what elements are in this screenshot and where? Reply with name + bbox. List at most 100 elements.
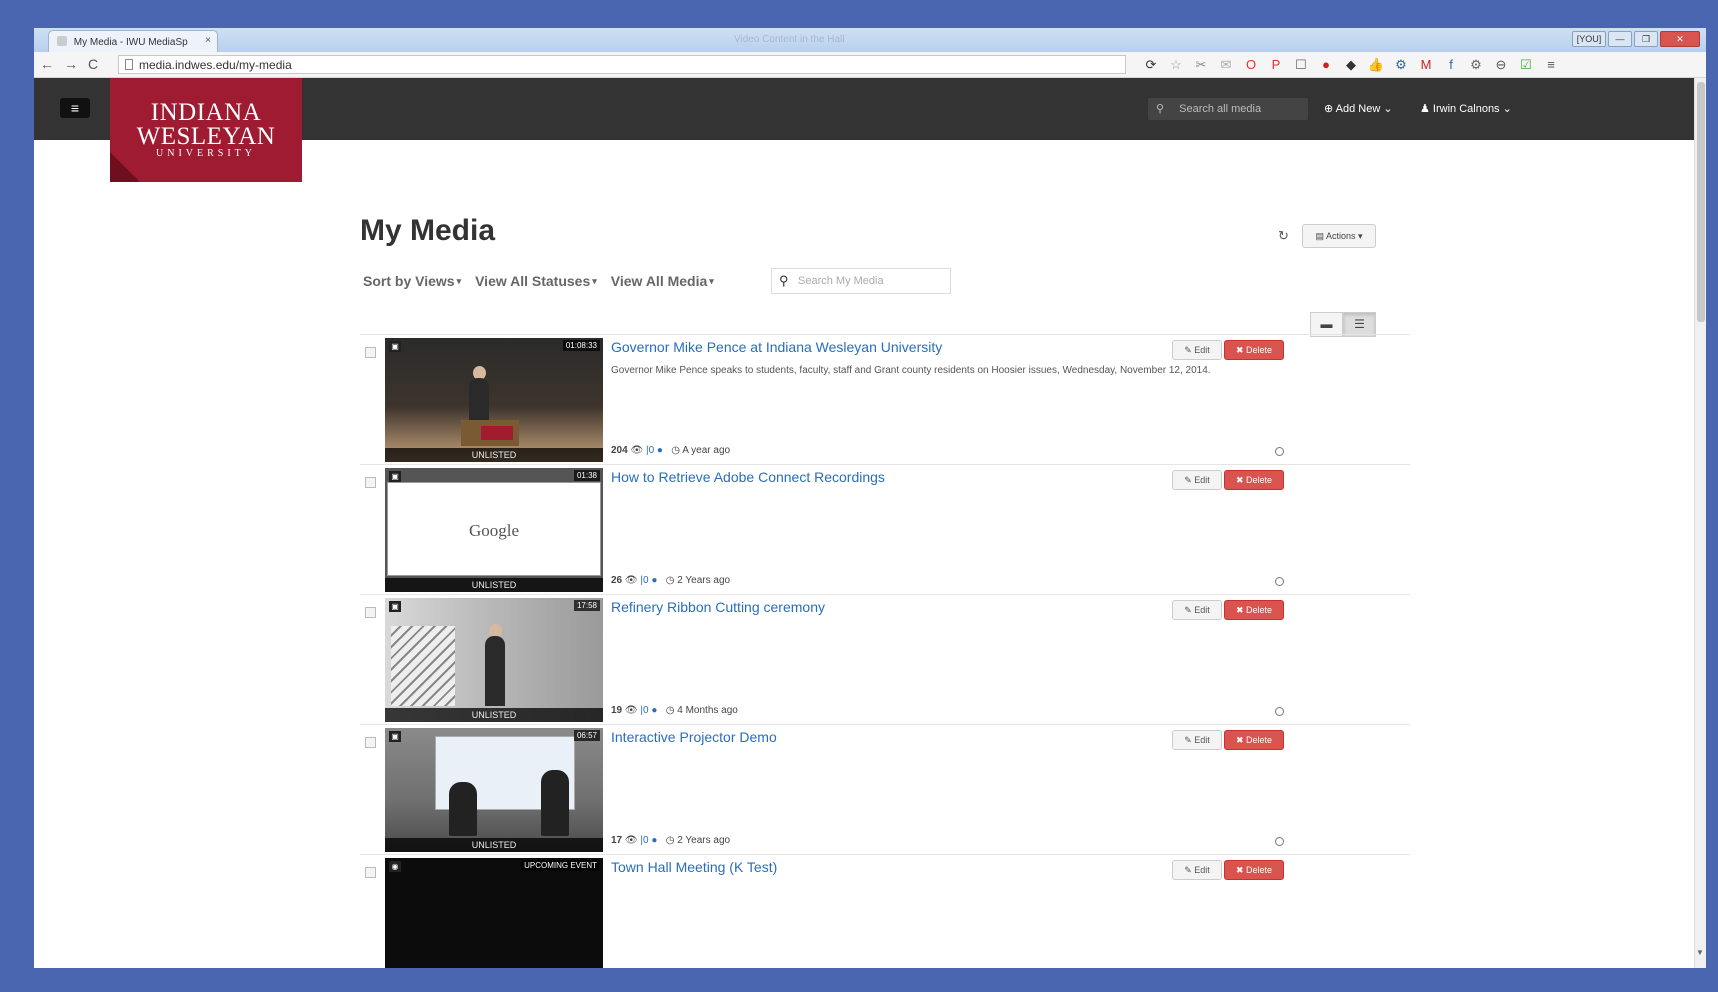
address-toolbar: ← → C media.indwes.edu/my-media ⟳ ☆ ✂ ✉ O P ☐ ●… [34,52,1706,78]
delete-button[interactable]: ✖ Delete [1224,470,1284,490]
view-count: 17 [611,835,623,846]
url-bar[interactable]: media.indwes.edu/my-media [118,55,1126,74]
delete-button[interactable]: ✖ Delete [1224,600,1284,620]
url-text: media.indwes.edu/my-media [139,58,292,72]
duration-label: 01:38 [573,470,600,481]
media-row: ▣ 01:08:33 UNLISTED Governor Mike Pence … [360,334,1410,464]
media-title-link[interactable]: Interactive Projector Demo [611,729,777,745]
minimize-button[interactable]: — [1608,31,1632,47]
delete-button[interactable]: ✖ Delete [1224,860,1284,880]
status-badge: UNLISTED [385,708,603,722]
logo-fold [110,152,140,182]
media-description: Governor Mike Pence speaks to students, … [611,365,1211,376]
extension-icon[interactable]: ◆ [1342,56,1360,74]
forward-icon[interactable]: → [64,56,78,72]
extension-icon[interactable]: ✂ [1192,56,1210,74]
extension-icon[interactable]: f [1442,56,1460,74]
media-title-link[interactable]: How to Retrieve Adobe Connect Recordings [611,469,885,485]
more-options-icon[interactable] [1275,447,1284,456]
extension-icon[interactable]: ● [1317,56,1335,74]
row-checkbox[interactable] [365,867,376,878]
media-age: 2 Years ago [677,835,731,846]
clock-icon: ◷ [665,705,675,716]
edit-button[interactable]: ✎ Edit [1172,340,1222,360]
extension-icon[interactable]: ⊖ [1492,56,1510,74]
back-icon[interactable]: ← [40,56,54,72]
profile-button[interactable]: [YOU] [1572,31,1606,47]
thumb-figure [485,636,505,706]
media-title-link[interactable]: Town Hall Meeting (K Test) [611,859,777,875]
tab-close-icon[interactable]: × [205,35,211,46]
menu-icon[interactable]: ≡ [60,98,90,118]
extension-icon[interactable]: P [1267,56,1285,74]
thumb-screen-text: Google [468,521,520,540]
scroll-down-icon[interactable]: ▼ [1696,948,1704,957]
status-badge: UNLISTED [385,448,603,462]
delete-button[interactable]: ✖ Delete [1224,730,1284,750]
row-checkbox[interactable] [365,607,376,618]
row-checkbox[interactable] [365,347,376,358]
edit-button[interactable]: ✎ Edit [1172,470,1222,490]
scroll-thumb[interactable] [1697,82,1705,322]
extension-icon[interactable]: ⟳ [1142,56,1160,74]
maximize-button[interactable]: ❐ [1634,31,1658,47]
logo-line-2: WESLEYAN [136,123,276,150]
media-thumbnail[interactable]: ▣ 01:38 Google UNLISTED [385,468,603,592]
extension-icon[interactable]: ✉ [1217,56,1235,74]
comment-icon: ● [651,705,658,716]
eye-icon: 👁 [624,575,638,586]
logo-line-1: INDIANA [150,99,262,126]
browser-tab[interactable]: My Media - IWU MediaSp × [48,30,218,52]
reload-icon[interactable]: C [88,56,98,72]
edit-button[interactable]: ✎ Edit [1172,860,1222,880]
extension-icon[interactable]: ⚙ [1392,56,1410,74]
extension-icon[interactable]: O [1242,56,1260,74]
actions-button[interactable]: ▤ Actions ▾ [1302,224,1376,248]
row-checkbox[interactable] [365,477,376,488]
media-thumbnail[interactable]: ◉ UPCOMING EVENT [385,858,603,968]
edit-button[interactable]: ✎ Edit [1172,730,1222,750]
media-row: ◉ UPCOMING EVENT Town Hall Meeting (K Te… [360,854,1410,968]
extension-icon[interactable]: M [1417,56,1435,74]
media-title-link[interactable]: Governor Mike Pence at Indiana Wesleyan … [611,339,942,355]
status-filter-dropdown[interactable]: View All Statuses ▾ [475,273,597,289]
extension-icon[interactable]: ⚙ [1467,56,1485,74]
media-filter-dropdown[interactable]: View All Media ▾ [611,273,714,289]
refresh-icon[interactable]: ↻ [1278,228,1289,244]
extension-icon[interactable]: 👍 [1367,56,1385,74]
media-thumbnail[interactable]: ▣ 06:57 UNLISTED [385,728,603,852]
search-icon: ⚲ [779,273,789,288]
edit-button[interactable]: ✎ Edit [1172,600,1222,620]
extension-icon[interactable]: ☐ [1292,56,1310,74]
media-thumbnail[interactable]: ▣ 01:08:33 UNLISTED [385,338,603,462]
media-title-link[interactable]: Refinery Ribbon Cutting ceremony [611,599,825,615]
search-my-media-input[interactable]: ⚲ Search My Media [771,268,951,294]
extension-icon[interactable]: ≡ [1542,56,1560,74]
clock-icon: ◷ [665,575,675,586]
comment-icon: ● [651,835,658,846]
browser-window: My Media - IWU MediaSp × Video Content i… [34,28,1706,968]
nav-buttons: ← → C [40,56,98,72]
media-row: ▣ 01:38 Google UNLISTED How to Retrieve … [360,464,1410,594]
comment-icon: ● [651,575,658,586]
row-checkbox[interactable] [365,737,376,748]
user-menu[interactable]: ♟ Irwin Calnons ⌄ [1420,102,1512,115]
view-count: 19 [611,705,623,716]
more-options-icon[interactable] [1275,707,1284,716]
page-scrollbar[interactable]: ▼ [1694,78,1706,968]
extension-icon[interactable]: ☆ [1167,56,1185,74]
more-options-icon[interactable] [1275,837,1284,846]
extension-icon[interactable]: ☑ [1517,56,1535,74]
more-options-icon[interactable] [1275,577,1284,586]
site-search-input[interactable]: ⚲ Search all media [1148,98,1308,120]
sort-by-views-dropdown[interactable]: Sort by Views ▾ [363,273,461,289]
eye-icon: 👁 [624,705,638,716]
close-window-button[interactable]: ✕ [1660,31,1700,47]
media-thumbnail[interactable]: ▣ 17:58 UNLISTED [385,598,603,722]
media-stats: 19 👁 |0 ● ◷ 4 Months ago [611,705,738,716]
add-new-menu[interactable]: ⊕ Add New ⌄ [1324,102,1393,115]
media-stats: 17 👁 |0 ● ◷ 2 Years ago [611,835,731,846]
delete-button[interactable]: ✖ Delete [1224,340,1284,360]
page-title: My Media [360,214,496,247]
media-age: 2 Years ago [677,575,731,586]
